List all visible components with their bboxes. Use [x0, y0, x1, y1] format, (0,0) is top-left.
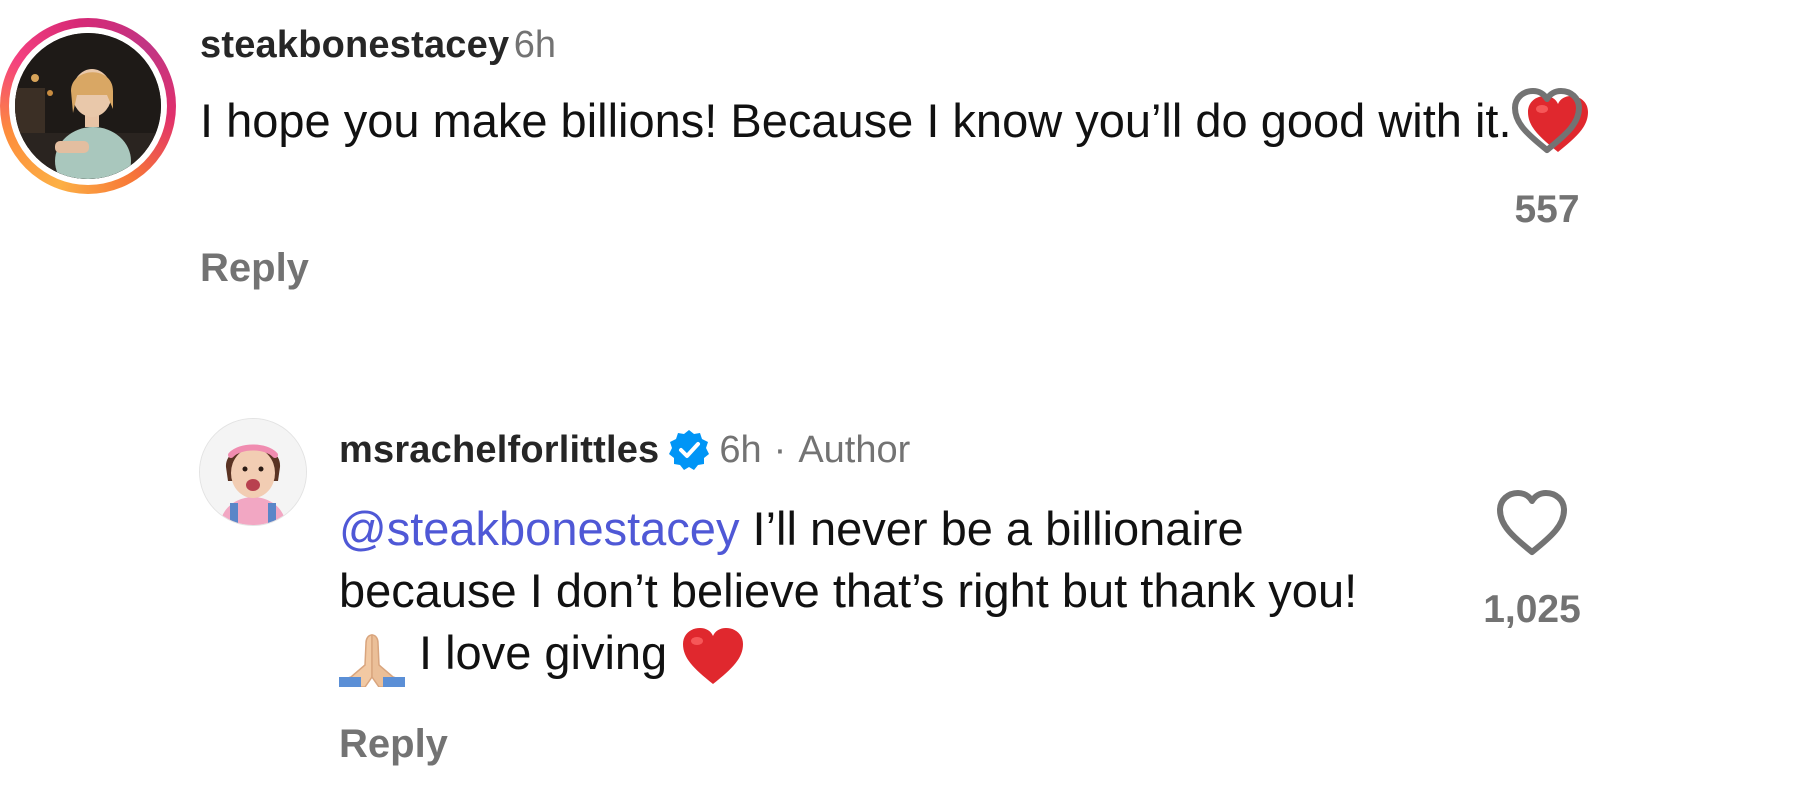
timestamp: 6h	[513, 24, 557, 66]
avatar[interactable]	[199, 418, 307, 526]
comment-header: msrachelforlittles 6h · Author	[339, 428, 910, 472]
separator-dot: ·	[773, 428, 787, 471]
comment-text-content: I hope you make billions! Because I know…	[200, 94, 1512, 147]
comment-header: steakbonestacey 6h	[200, 24, 556, 67]
username[interactable]: steakbonestacey	[200, 24, 509, 66]
verified-badge-icon	[667, 428, 711, 472]
timestamp: 6h	[719, 428, 762, 471]
avatar	[15, 33, 161, 179]
avatar-photo	[15, 33, 161, 179]
username[interactable]: msrachelforlittles	[339, 429, 659, 472]
reply-button[interactable]: Reply	[200, 246, 309, 291]
heart-outline-icon[interactable]	[1511, 88, 1583, 154]
like-section: 1,025	[1442, 490, 1622, 632]
avatar-story-ring[interactable]	[0, 18, 176, 194]
like-count: 557	[1514, 188, 1580, 231]
like-section: 557	[1472, 88, 1622, 232]
author-label: Author	[798, 428, 911, 471]
comment-text-part: I’ll never be a billionaire	[739, 502, 1244, 555]
comment-msrachelforlittles: msrachelforlittles 6h · Author @steakbon…	[0, 418, 1817, 806]
comment-text: I hope you make billions! Because I know…	[200, 90, 1600, 154]
comment-steakbonestacey: steakbonestacey 6h I hope you make billi…	[0, 0, 1817, 330]
avatar-photo	[200, 419, 306, 525]
heart-outline-icon[interactable]	[1496, 490, 1568, 556]
reply-button[interactable]: Reply	[339, 722, 448, 767]
mention-link[interactable]: @steakbonestacey	[339, 502, 739, 555]
red-heart-icon	[681, 627, 745, 686]
folded-hands-icon	[339, 627, 405, 687]
comment-text-part: I love giving	[419, 626, 668, 679]
like-count: 1,025	[1483, 588, 1581, 631]
